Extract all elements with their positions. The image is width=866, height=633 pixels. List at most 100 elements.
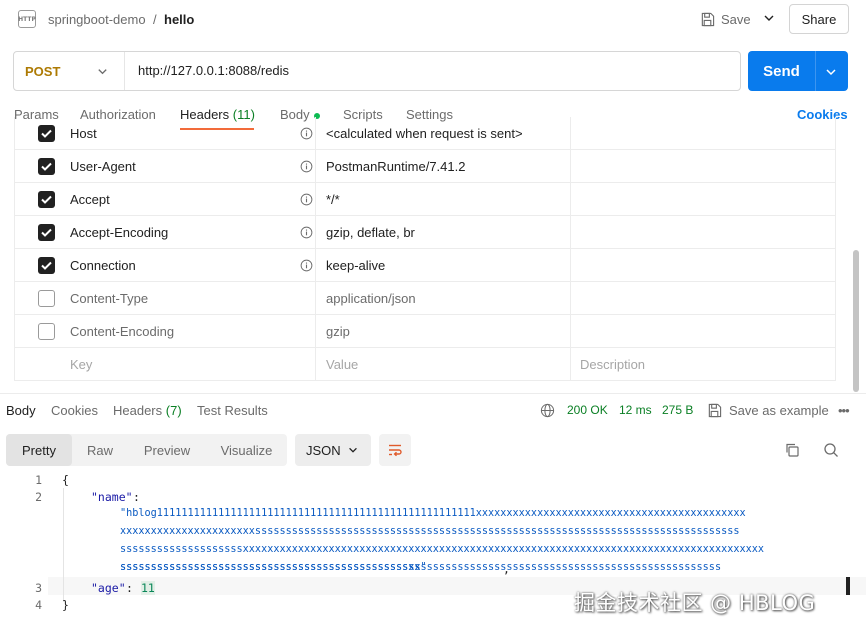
- table-row: Content-Encoding gzip: [14, 315, 836, 348]
- json-colon: :: [126, 581, 133, 595]
- format-preview[interactable]: Preview: [128, 434, 206, 466]
- search-icon[interactable]: [823, 442, 839, 458]
- header-checkbox[interactable]: [38, 257, 55, 274]
- header-key-cell[interactable]: Accept: [14, 183, 316, 216]
- header-value-cell[interactable]: application/json: [316, 282, 571, 315]
- header-key-cell[interactable]: Content-Type: [14, 282, 316, 315]
- header-description-cell[interactable]: [571, 249, 836, 282]
- header-key-cell[interactable]: Connection: [14, 249, 316, 282]
- header-value-cell[interactable]: PostmanRuntime/7.41.2: [316, 150, 571, 183]
- wrap-lines-button[interactable]: [379, 434, 411, 466]
- breadcrumb-request-name[interactable]: hello: [164, 12, 194, 27]
- line-number: 3: [35, 581, 42, 595]
- language-select-label: JSON: [306, 442, 341, 458]
- watermark: 掘金技术社区 @ HBLOG: [574, 591, 816, 615]
- save-as-example-button[interactable]: Save as example: [729, 403, 829, 418]
- chevron-down-icon: [349, 447, 357, 453]
- header-value-cell[interactable]: gzip, deflate, br: [316, 216, 571, 249]
- line-number: 4: [35, 598, 42, 612]
- header-value-cell[interactable]: gzip: [316, 315, 571, 348]
- header-value: */*: [326, 192, 340, 207]
- more-options-icon[interactable]: •••: [838, 403, 850, 418]
- tab-test-results[interactable]: Test Results: [197, 403, 268, 418]
- language-select[interactable]: JSON: [295, 434, 371, 466]
- header-key: Connection: [70, 258, 136, 273]
- format-tabs: Pretty Raw Preview Visualize: [6, 434, 287, 466]
- send-label: Send: [763, 62, 800, 80]
- line-number: 2: [35, 490, 42, 504]
- top-bar: HTTP springboot-demo / hello Save Share: [0, 0, 866, 40]
- format-raw[interactable]: Raw: [72, 434, 128, 466]
- header-description-cell[interactable]: [571, 183, 836, 216]
- header-value-cell[interactable]: keep-alive: [316, 249, 571, 282]
- header-key-cell[interactable]: Accept-Encoding: [14, 216, 316, 249]
- code-scrollbar[interactable]: [846, 577, 850, 595]
- http-request-icon: HTTP: [18, 10, 36, 28]
- save-button[interactable]: Save: [700, 8, 751, 30]
- response-tabs: Body Cookies Headers (7) Test Results 20…: [0, 394, 866, 426]
- header-checkbox[interactable]: [38, 224, 55, 241]
- header-description-cell[interactable]: [571, 117, 836, 150]
- chevron-down-icon: [98, 69, 107, 75]
- header-value-cell[interactable]: <calculated when request is sent>: [316, 117, 571, 150]
- header-description-cell[interactable]: [571, 150, 836, 183]
- header-checkbox[interactable]: [38, 191, 55, 208]
- vertical-scrollbar[interactable]: [853, 250, 859, 392]
- send-options-chevron-icon[interactable]: [824, 65, 838, 79]
- table-row: Connection keep-alive: [14, 249, 836, 282]
- tab-response-body[interactable]: Body: [6, 403, 36, 418]
- json-number-value: 11: [141, 581, 155, 595]
- tab-response-headers[interactable]: Headers (7): [113, 403, 182, 418]
- header-value-cell[interactable]: */*: [316, 183, 571, 216]
- header-key-cell[interactable]: Content-Encoding: [14, 315, 316, 348]
- new-header-key-cell[interactable]: Key: [14, 348, 316, 381]
- header-key: Content-Encoding: [70, 324, 175, 339]
- header-checkbox[interactable]: [38, 125, 55, 142]
- json-key-age: "age": [91, 581, 126, 595]
- header-key: Accept: [70, 192, 110, 207]
- response-size[interactable]: 275 B: [662, 403, 693, 417]
- tab-response-cookies[interactable]: Cookies: [51, 403, 98, 418]
- table-row-new: Key Value Description: [14, 348, 836, 381]
- json-string-value: ssssssssssssssssssssssssssssssssssssssss…: [120, 562, 427, 573]
- format-visualize[interactable]: Visualize: [206, 434, 287, 466]
- method-select[interactable]: POST: [14, 52, 125, 90]
- json-comma: ,: [503, 562, 510, 576]
- response-time[interactable]: 12 ms: [619, 403, 652, 417]
- table-row: Accept */*: [14, 183, 836, 216]
- url-input[interactable]: [138, 63, 728, 78]
- share-button[interactable]: Share: [789, 4, 849, 34]
- tab-response-headers-count: (7): [165, 403, 182, 418]
- send-button[interactable]: Send: [748, 51, 848, 91]
- header-key-cell[interactable]: User-Agent: [14, 150, 316, 183]
- info-icon[interactable]: [300, 259, 313, 272]
- header-checkbox[interactable]: [38, 158, 55, 175]
- json-key-name: "name": [91, 490, 133, 504]
- new-header-description-cell[interactable]: Description: [571, 348, 836, 381]
- method-label: POST: [25, 63, 61, 79]
- save-options-chevron-icon[interactable]: [762, 11, 776, 25]
- header-value: PostmanRuntime/7.41.2: [326, 159, 466, 174]
- info-icon[interactable]: [300, 226, 313, 239]
- json-colon: :: [133, 490, 140, 504]
- header-description-cell[interactable]: [571, 216, 836, 249]
- info-icon[interactable]: [300, 193, 313, 206]
- header-checkbox[interactable]: [38, 323, 55, 340]
- close-brace: }: [62, 598, 69, 612]
- breadcrumb-collection[interactable]: springboot-demo: [48, 12, 146, 27]
- header-description-cell[interactable]: [571, 315, 836, 348]
- table-row: Host <calculated when request is sent>: [14, 117, 836, 150]
- copy-icon[interactable]: [784, 442, 800, 458]
- header-key: Host: [70, 126, 97, 141]
- header-key-cell[interactable]: Host: [14, 117, 316, 150]
- new-header-value-cell[interactable]: Value: [316, 348, 571, 381]
- headers-table: Host <calculated when request is sent> U…: [14, 117, 836, 382]
- header-description-cell[interactable]: [571, 282, 836, 315]
- header-checkbox[interactable]: [38, 290, 55, 307]
- format-pretty[interactable]: Pretty: [6, 434, 72, 466]
- status-code[interactable]: 200 OK: [567, 403, 608, 417]
- info-icon[interactable]: [300, 127, 313, 140]
- info-icon[interactable]: [300, 160, 313, 173]
- json-string-value: "hblog1111111111111111111111111111111111…: [120, 508, 746, 519]
- globe-icon[interactable]: [540, 403, 555, 418]
